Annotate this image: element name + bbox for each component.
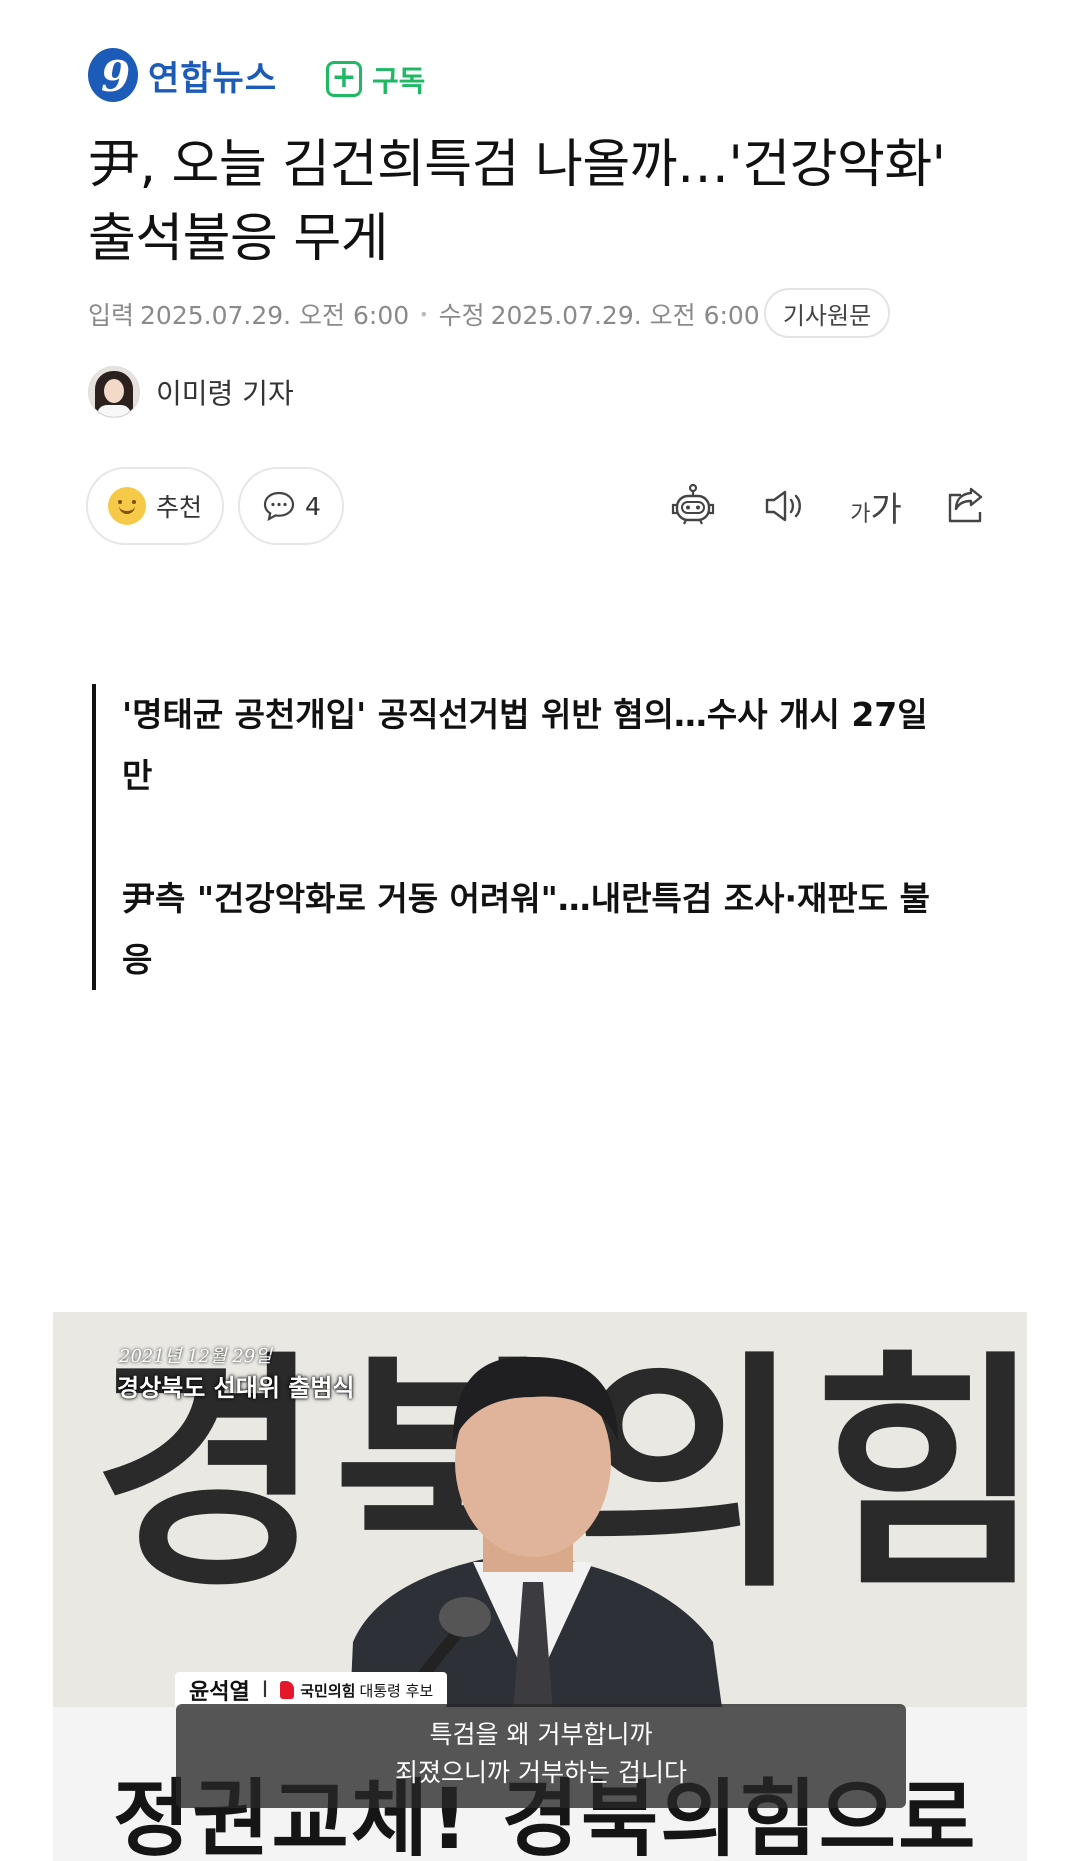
- text-to-speech-button[interactable]: [756, 478, 812, 534]
- article-title: 尹, 오늘 김건희특검 나올까…'건강악화' 출석불응 무게: [88, 135, 946, 269]
- meta-separator: •: [419, 304, 429, 324]
- article-photo[interactable]: 경북의힘 2021년 12월 29일 경상북도 선대위 출범식 정권교체! 경북…: [53, 1312, 1027, 1861]
- video-subtitle: 특검을 왜 거부합니까 죄졌으니까 거부하는 겁니다: [176, 1704, 906, 1808]
- modified-label: 수정: [438, 301, 485, 330]
- comment-count: 4: [305, 491, 321, 521]
- comment-button[interactable]: 4: [238, 467, 344, 545]
- comment-icon: [263, 491, 295, 522]
- byline[interactable]: 이미령 기자: [88, 366, 294, 418]
- author-avatar: [88, 366, 140, 418]
- brand-logo[interactable]: 9 연합뉴스: [88, 48, 277, 102]
- subtitle-line: 특검을 왜 거부합니까: [429, 1720, 653, 1749]
- font-size-button[interactable]: 가가: [846, 478, 906, 534]
- subtitle-line: 죄졌으니까 거부하는 겁니다: [395, 1758, 687, 1787]
- subscribe-label: 구독: [372, 64, 426, 98]
- party-logo-icon: [280, 1681, 295, 1699]
- article-meta: 입력 2025.07.29. 오전 6:00 • 수정 2025.07.29. …: [88, 296, 760, 332]
- like-button[interactable]: 추천: [86, 467, 224, 545]
- related-article-link[interactable]: '명태균 공천개입' 공직선거법 위반 혐의…수사 개시 27일만: [122, 684, 942, 806]
- plus-icon: +: [326, 61, 362, 97]
- speaker-name: 윤석열: [189, 1680, 250, 1705]
- caption-event: 경상북도 선대위 출범식: [117, 1374, 355, 1402]
- robot-summary-icon: [671, 483, 715, 525]
- original-article-button[interactable]: 기사원문: [764, 288, 890, 338]
- summary-bot-button[interactable]: [665, 478, 721, 534]
- published-label: 입력: [88, 301, 135, 330]
- modified-date: 2025.07.29. 오전 6:00: [490, 301, 760, 330]
- yonhap-logo-icon: 9: [88, 48, 138, 102]
- related-article-link[interactable]: 尹측 "건강악화로 거동 어려워"…내란특검 조사·재판도 불응: [122, 868, 942, 990]
- share-icon: [948, 487, 983, 523]
- speaker-name-tag: 윤석열 I 국민의힘 대통령 후보: [175, 1672, 448, 1708]
- speaker-role: 대통령 후보: [359, 1681, 434, 1700]
- published-date: 2025.07.29. 오전 6:00: [140, 301, 410, 330]
- name-separator: I: [261, 1677, 269, 1703]
- speaker-icon: [765, 490, 801, 522]
- font-size-icon: 가가: [850, 489, 902, 530]
- caption-date: 2021년 12월 29일: [119, 1346, 272, 1367]
- subscribe-button[interactable]: + 구독: [326, 58, 425, 100]
- smile-icon: [107, 487, 146, 525]
- party-name: 국민의힘: [300, 1681, 356, 1700]
- author-name: 이미령 기자: [156, 377, 294, 410]
- like-label: 추천: [155, 493, 202, 522]
- related-articles: '명태균 공천개입' 공직선거법 위반 혐의…수사 개시 27일만 尹측 "건강…: [92, 684, 952, 990]
- share-button[interactable]: [938, 478, 994, 534]
- brand-name: 연합뉴스: [148, 58, 278, 99]
